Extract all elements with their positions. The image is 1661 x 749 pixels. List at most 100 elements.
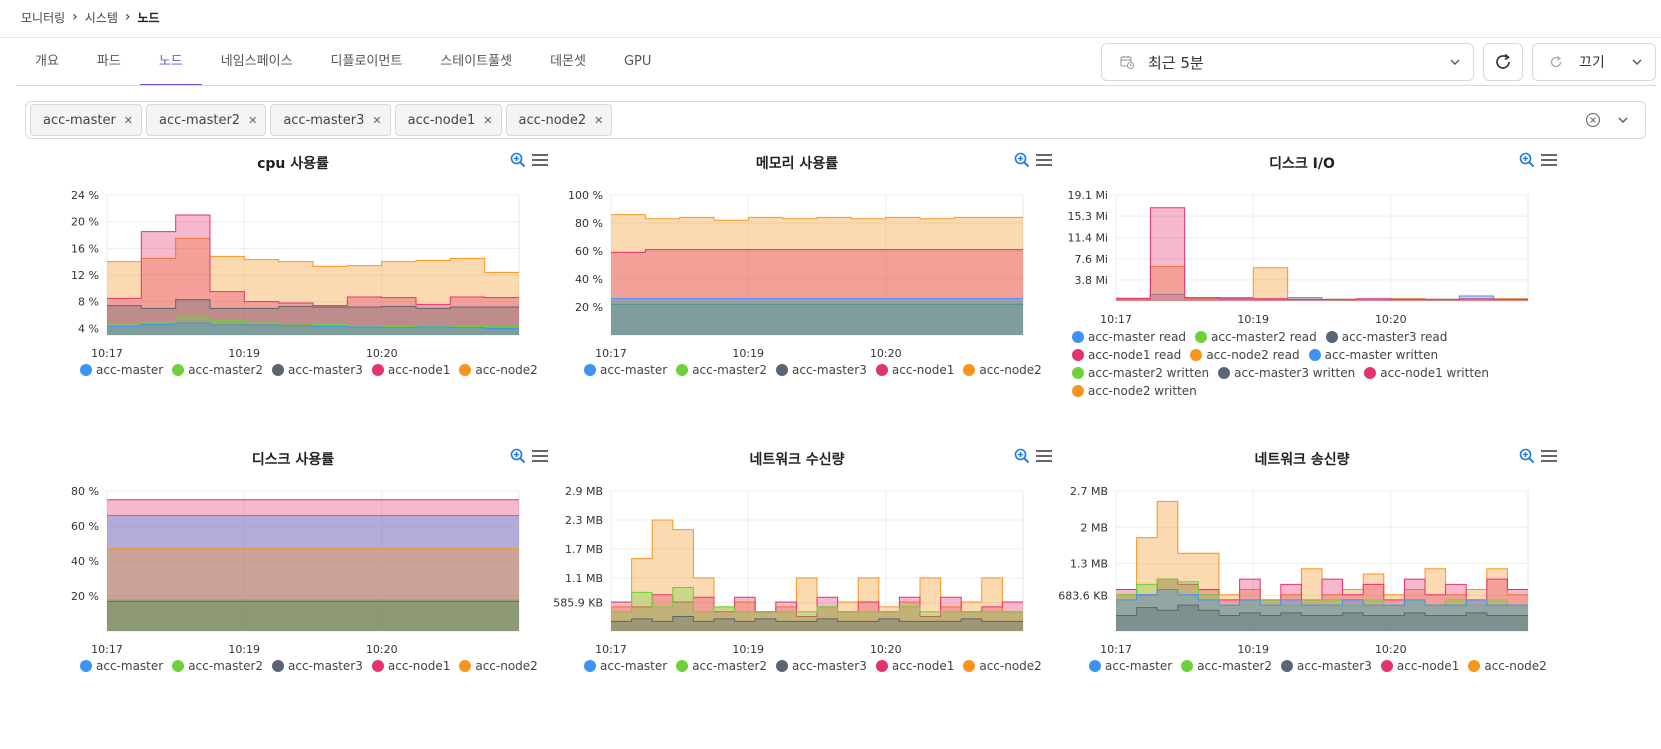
legend-item[interactable]: acc-node1 (371, 361, 451, 379)
x-tick-label: 10:20 (366, 643, 398, 656)
auto-refresh-value: 끄기 (1579, 55, 1605, 71)
x-tick-label: 10:20 (1375, 313, 1407, 326)
refresh-icon (1550, 55, 1562, 68)
y-tick-label: 15.3 Mi (1067, 210, 1108, 223)
x-tick-label: 10:20 (870, 643, 902, 656)
legend-item[interactable]: acc-master (80, 657, 163, 675)
chevron-down-icon[interactable] (1617, 114, 1629, 126)
legend-item[interactable]: acc-master (584, 361, 667, 379)
refresh-button[interactable] (1483, 43, 1523, 81)
y-tick-label: 3.8 Mi (1074, 274, 1108, 287)
close-icon[interactable]: ✕ (124, 114, 133, 127)
chart-plot: 100 % 80 % 60 % 40 % 20 % 10:17 10:19 10:20 (568, 189, 1024, 360)
legend-item[interactable]: acc-master3 (272, 657, 363, 675)
clear-circle-icon[interactable] (1585, 112, 1601, 128)
breadcrumb-item-system[interactable]: 시스템 (85, 9, 118, 26)
legend-label: acc-master3 (792, 659, 867, 673)
legend-item[interactable]: acc-node2 (459, 361, 538, 379)
calendar-clock-icon (1120, 56, 1134, 69)
tab-deployments[interactable]: 디플로이먼트 (312, 38, 422, 86)
close-icon[interactable]: ✕ (248, 114, 257, 127)
legend-marker (459, 660, 472, 672)
legend-item[interactable]: acc-node2 (963, 361, 1042, 379)
legend-marker (1089, 660, 1101, 672)
time-range-select[interactable]: 최근 5분 (1101, 43, 1474, 81)
tab-nodes[interactable]: 노드 (139, 38, 202, 86)
legend-item[interactable]: acc-node1 (875, 657, 955, 675)
legend-item[interactable]: acc-node2 (1468, 657, 1547, 675)
auto-refresh-select[interactable]: 끄기 (1532, 43, 1656, 81)
legend-item[interactable]: acc-master2 (676, 657, 767, 675)
legend-label: acc-node1 (387, 363, 451, 377)
legend-label: acc-master2 (188, 659, 264, 673)
legend-item[interactable]: acc-node1 (371, 657, 450, 675)
legend-marker (875, 660, 888, 672)
tab-bar: 개요 파드 노드 네임스페이스 디플로이먼트 스테이트풀셋 데몬셋 GPU (16, 38, 670, 86)
tab-namespaces[interactable]: 네임스페이스 (202, 38, 312, 86)
legend-item[interactable]: acc-master3 (776, 657, 867, 675)
legend-item[interactable]: acc-master2 (172, 657, 263, 675)
legend-label: acc-master2 (692, 659, 768, 673)
tab-statefulsets[interactable]: 스테이트풀셋 (421, 38, 531, 86)
chart-panel: 디스크 사용률 80 % 60 % 40 % 20 % 10:17 10:19 10:20 ac… (28, 440, 558, 720)
legend-item[interactable]: acc-master (80, 361, 163, 379)
legend-label: acc-node2 (1484, 659, 1547, 673)
legend-item[interactable]: acc-master (584, 657, 667, 675)
legend-label: acc-node2 (979, 659, 1042, 673)
legend-item[interactable]: acc-master3 (776, 361, 867, 379)
legend-item[interactable]: acc-master3 read (1325, 328, 1447, 346)
close-icon[interactable]: ✕ (594, 114, 603, 127)
legend-item[interactable]: acc-master written (1308, 346, 1438, 364)
legend-label: acc-node1 written (1380, 366, 1490, 380)
legend-marker (1072, 385, 1084, 397)
legend-marker (963, 364, 976, 376)
legend-item[interactable]: acc-master (1089, 657, 1172, 675)
legend-item[interactable]: acc-node2 read (1190, 346, 1300, 364)
legend-item[interactable]: acc-master2 (172, 361, 263, 379)
legend-item[interactable]: acc-node2 (459, 657, 538, 675)
legend-item[interactable]: acc-master read (1072, 328, 1186, 346)
legend-item[interactable]: acc-node1 (875, 361, 955, 379)
legend-item[interactable]: acc-node2 written (1072, 382, 1197, 400)
legend-marker (963, 660, 976, 672)
x-tick-label: 10:19 (1237, 313, 1269, 326)
chart-legend: acc-master acc-master2 acc-master3 acc-node… (80, 657, 550, 675)
legend-marker (584, 364, 596, 376)
y-tick-label: 60 % (575, 245, 603, 258)
tab-overview[interactable]: 개요 (16, 38, 78, 86)
legend-marker (172, 364, 185, 376)
legend-item[interactable]: acc-node1 (1380, 657, 1459, 675)
legend-marker (80, 660, 92, 672)
legend-item[interactable]: acc-master3 (1281, 657, 1372, 675)
node-filter-select[interactable]: acc-master ✕ acc-master2 ✕ acc-master3 ✕ ac… (25, 101, 1646, 139)
legend-label: acc-node1 (891, 363, 955, 377)
y-tick-label: 20 % (575, 301, 603, 314)
legend-item[interactable]: acc-master2 (1181, 657, 1272, 675)
legend-item[interactable]: acc-node2 (963, 657, 1042, 675)
breadcrumb-item-monitoring[interactable]: 모니터링 (21, 9, 65, 26)
close-icon[interactable]: ✕ (483, 114, 492, 127)
series-area-acc-node1-read (1116, 207, 1528, 301)
y-tick-label: 8 % (78, 296, 99, 309)
legend-item[interactable]: acc-master2 read (1195, 328, 1317, 346)
tab-pods[interactable]: 파드 (78, 38, 140, 86)
tab-gpu[interactable]: GPU (605, 38, 670, 86)
legend-marker (1072, 349, 1084, 361)
tab-daemonsets[interactable]: 데몬셋 (531, 38, 605, 86)
legend-item[interactable]: acc-node1 written (1364, 364, 1489, 382)
legend-item[interactable]: acc-master3 (272, 361, 363, 379)
node-chip: acc-node1 ✕ (394, 104, 502, 136)
legend-marker (272, 660, 285, 672)
legend-item[interactable]: acc-master2 (676, 361, 767, 379)
legend-marker (1195, 331, 1208, 343)
legend-item[interactable]: acc-master2 written (1072, 364, 1209, 382)
legend-label: acc-node1 (891, 659, 955, 673)
legend-item[interactable]: acc-master3 written (1218, 364, 1355, 382)
legend-item[interactable]: acc-node1 read (1072, 346, 1181, 364)
x-tick-label: 10:20 (870, 347, 902, 360)
y-tick-label: 2.7 MB (1070, 485, 1108, 498)
legend-marker (1218, 367, 1231, 379)
x-tick-label: 10:19 (1237, 643, 1269, 656)
close-icon[interactable]: ✕ (372, 114, 381, 127)
legend-marker (584, 660, 596, 672)
